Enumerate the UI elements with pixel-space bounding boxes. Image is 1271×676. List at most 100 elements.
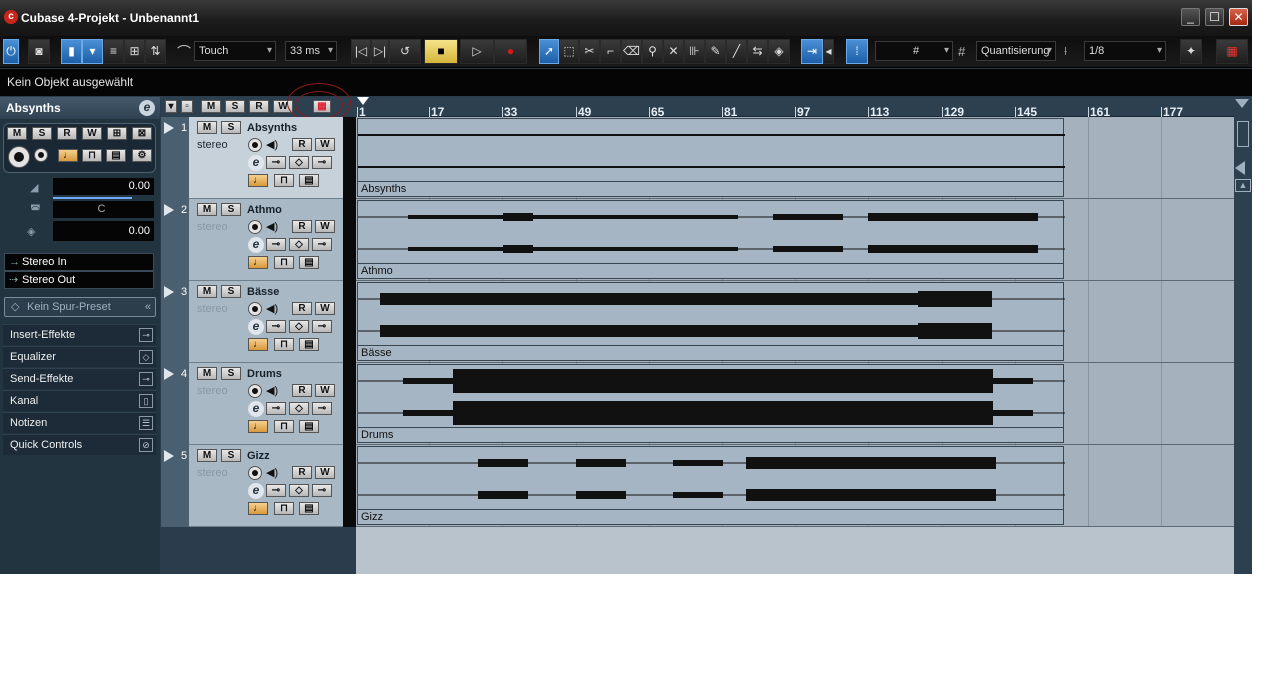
record-button[interactable]: ●: [494, 39, 527, 64]
expand-track-icon[interactable]: [164, 450, 174, 462]
track-eq-icon[interactable]: ◇: [289, 238, 309, 251]
write-button[interactable]: W: [82, 127, 102, 140]
empty-track-area[interactable]: [356, 527, 1234, 574]
track-monitor-icon[interactable]: ◀): [266, 220, 278, 233]
track-monitor-icon[interactable]: ◀): [266, 466, 278, 479]
track-name[interactable]: Bässe: [247, 286, 279, 298]
track-read-button[interactable]: R: [292, 220, 312, 233]
constrain-delay-button[interactable]: ◙: [28, 39, 50, 64]
track-solo-button[interactable]: S: [221, 121, 241, 134]
track-lane[interactable]: Drums: [356, 363, 1234, 445]
track-mute-button[interactable]: M: [197, 121, 217, 134]
track-write-button[interactable]: W: [315, 302, 335, 315]
track-read-button[interactable]: R: [292, 302, 312, 315]
track-write-button[interactable]: W: [315, 466, 335, 479]
draw-tool-button[interactable]: ✎: [705, 39, 726, 64]
track-name[interactable]: Gizz: [247, 450, 270, 462]
track-solo-button[interactable]: S: [221, 367, 241, 380]
mute-tool-button[interactable]: ✕: [663, 39, 684, 64]
color-palette-button[interactable]: ▦: [1216, 39, 1248, 64]
track-lane[interactable]: Bässe: [356, 281, 1234, 363]
track-mute-button[interactable]: M: [197, 449, 217, 462]
track-timebase-button[interactable]: ♩: [248, 256, 268, 269]
expand-track-icon[interactable]: [164, 286, 174, 298]
track-timebase-button[interactable]: ♩: [248, 174, 268, 187]
event-display[interactable]: Absynths Athmo Bässe Drums Gizz: [356, 117, 1234, 574]
quantize-value-select[interactable]: 1/8: [1084, 41, 1166, 61]
show-mixer-button[interactable]: ⇅: [145, 39, 166, 64]
track-record-button[interactable]: [248, 220, 262, 234]
channel-icon[interactable]: ▯: [139, 394, 153, 408]
track-lanes-button[interactable]: ▤: [299, 420, 319, 433]
scroll-down-arrow-icon[interactable]: [1235, 99, 1249, 108]
input-routing-select[interactable]: → Stereo In: [4, 253, 154, 271]
track-edit-icon[interactable]: e: [248, 237, 264, 253]
settings-button[interactable]: ⚙: [132, 149, 152, 162]
preroll-select[interactable]: 33 ms: [285, 41, 337, 61]
output-routing-select[interactable]: ⇢ Stereo Out: [4, 271, 154, 289]
track-name[interactable]: Athmo: [247, 204, 282, 216]
track-insert-icon[interactable]: ⊸: [266, 156, 286, 169]
track-solo-button[interactable]: S: [221, 449, 241, 462]
solo-button[interactable]: S: [32, 127, 52, 140]
notes-icon[interactable]: ☰: [139, 416, 153, 430]
track-read-button[interactable]: R: [292, 384, 312, 397]
lane-display-button[interactable]: ▤: [106, 149, 126, 162]
go-to-start-button[interactable]: |◁: [351, 39, 371, 64]
track-record-button[interactable]: [248, 466, 262, 480]
section-insert-effects[interactable]: Insert-Effekte ⊸: [3, 324, 156, 345]
lock-button[interactable]: ⊓: [82, 149, 102, 162]
track-solo-button[interactable]: S: [221, 203, 241, 216]
quick-controls-icon[interactable]: ⊘: [139, 438, 153, 452]
delay-field[interactable]: 0.00: [53, 221, 154, 241]
play-button[interactable]: ▷: [460, 39, 494, 64]
track-lock-button[interactable]: ⊓: [274, 256, 294, 269]
audio-event[interactable]: Athmo: [357, 200, 1065, 279]
track-insert-icon[interactable]: ⊸: [266, 484, 286, 497]
expand-track-icon[interactable]: [164, 204, 174, 216]
track-edit-icon[interactable]: e: [248, 401, 264, 417]
track-timebase-button[interactable]: ♩: [248, 338, 268, 351]
grid-type-select[interactable]: Quantisierung: [976, 41, 1056, 61]
track-eq-icon[interactable]: ◇: [289, 484, 309, 497]
show-inspector-button[interactable]: ▮: [61, 39, 82, 64]
preset-chevron-icon[interactable]: «: [145, 298, 151, 316]
section-send-effects[interactable]: Send-Effekte ⊸: [3, 368, 156, 389]
track-solo-button[interactable]: S: [221, 285, 241, 298]
track-edit-icon[interactable]: e: [248, 319, 264, 335]
track-row[interactable]: 2 M S Athmo stereo ◀) R W e ⊸ ◇ ⊸ ♩ ⊓ ▤: [161, 199, 343, 281]
global-mute-button[interactable]: M: [201, 100, 221, 113]
record-enable-button[interactable]: [8, 146, 30, 168]
track-send-icon[interactable]: ⊸: [312, 320, 332, 333]
volume-field[interactable]: 0.00: [53, 178, 154, 195]
maximize-button[interactable]: ☐: [1205, 8, 1224, 26]
timeline-ruler[interactable]: 1 17 33 49 65 81 97 113 129 145 161 177: [356, 97, 1234, 119]
zoom-tool-button[interactable]: ⚲: [642, 39, 663, 64]
split-tool-button[interactable]: ✂: [579, 39, 600, 64]
close-button[interactable]: ✕: [1229, 8, 1248, 26]
track-eq-icon[interactable]: ◇: [289, 320, 309, 333]
snap-type-select[interactable]: #: [875, 41, 953, 61]
track-eq-icon[interactable]: ◇: [289, 156, 309, 169]
track-lane[interactable]: Athmo: [356, 199, 1234, 281]
vertical-zoom-scrollbar[interactable]: ▲: [1234, 97, 1252, 574]
track-monitor-icon[interactable]: ◀): [266, 384, 278, 397]
track-lock-button[interactable]: ⊓: [274, 420, 294, 433]
section-channel[interactable]: Kanal ▯: [3, 390, 156, 411]
time-warp-tool-button[interactable]: ⊪: [684, 39, 705, 64]
freeze-button[interactable]: ⊞: [107, 127, 127, 140]
arrow-tool-button[interactable]: ➚: [539, 39, 559, 64]
track-edit-icon[interactable]: e: [248, 155, 264, 171]
track-send-icon[interactable]: ⊸: [312, 402, 332, 415]
play-tool-button[interactable]: ⇆: [747, 39, 768, 64]
track-send-icon[interactable]: ⊸: [312, 238, 332, 251]
track-insert-icon[interactable]: ⊸: [266, 402, 286, 415]
track-record-button[interactable]: [248, 384, 262, 398]
inspector-track-name[interactable]: Absynths: [0, 97, 160, 119]
track-record-button[interactable]: [248, 138, 262, 152]
audio-event[interactable]: Absynths: [357, 118, 1065, 197]
erase-tool-button[interactable]: ⌫: [621, 39, 642, 64]
read-button[interactable]: R: [57, 127, 77, 140]
autoscroll-button[interactable]: ⇥: [801, 39, 823, 64]
track-lanes-button[interactable]: ▤: [299, 502, 319, 515]
